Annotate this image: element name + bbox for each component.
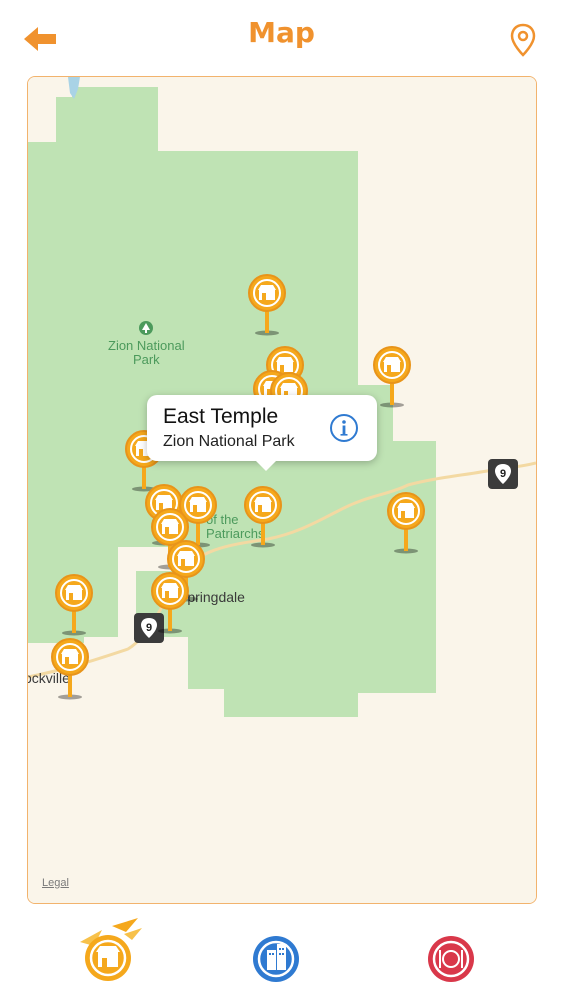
shop-icon (151, 572, 189, 634)
shop-pin[interactable] (386, 491, 426, 555)
shop-icon (244, 486, 282, 548)
tab-shops[interactable] (72, 918, 146, 988)
shop-icon (373, 346, 411, 408)
location-button[interactable] (508, 22, 538, 58)
callout-title: East Temple (163, 405, 279, 428)
route-shield-number: 9 (500, 468, 506, 480)
map-pin-icon (510, 23, 536, 57)
shop-pin[interactable] (150, 571, 190, 635)
page-title: Map (248, 16, 315, 49)
zion-park-label-line2: Park (132, 352, 160, 367)
callout-subtitle: Zion National Park (163, 433, 295, 450)
shop-icon (51, 638, 89, 700)
route-shield-east[interactable]: 9 (488, 459, 518, 489)
legal-link[interactable]: Legal (42, 877, 69, 889)
header-bar: Map (0, 0, 563, 76)
tab-hotels[interactable] (251, 924, 311, 984)
bottom-tab-bar (0, 912, 563, 1000)
shop-pin[interactable] (243, 485, 283, 549)
shop-icon (248, 274, 286, 336)
tree-icon (139, 321, 154, 335)
map-callout[interactable]: East Temple Zion National Park (147, 395, 377, 471)
plate-cutlery-icon (428, 936, 474, 982)
info-button[interactable] (329, 413, 359, 443)
building-icon (253, 936, 299, 982)
shop-icon (55, 574, 93, 636)
tab-restaurants[interactable] (427, 924, 487, 984)
route-shield-icon: 9 (488, 459, 518, 489)
map-view[interactable]: Zion National Park of the Patriarchs Spr… (27, 76, 537, 904)
shop-icon (80, 918, 142, 981)
shop-pin[interactable] (50, 637, 90, 701)
shop-pin[interactable] (247, 273, 287, 337)
zion-park-label: Zion National Park (108, 321, 185, 367)
shop-pin[interactable] (54, 573, 94, 637)
shop-icon (387, 492, 425, 554)
info-icon (330, 414, 358, 442)
zion-park-label-line1: Zion National (108, 338, 185, 353)
shop-pin[interactable] (372, 345, 412, 409)
